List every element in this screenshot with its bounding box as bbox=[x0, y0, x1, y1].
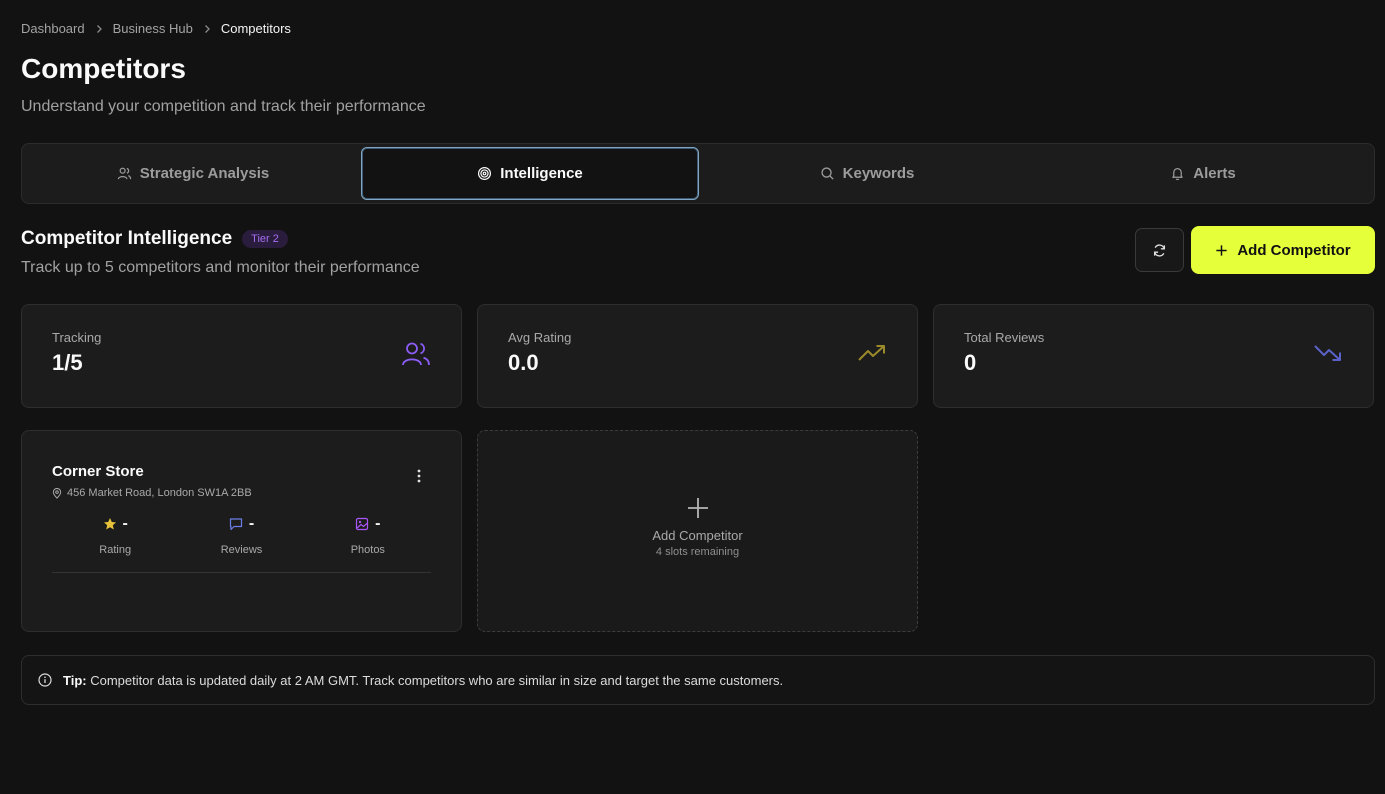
map-pin-icon bbox=[52, 487, 62, 499]
tab-bar: Strategic Analysis Intelligence Keywords… bbox=[21, 143, 1375, 204]
chevron-right-icon bbox=[202, 24, 212, 34]
section-subtitle: Track up to 5 competitors and monitor th… bbox=[21, 259, 420, 276]
tab-intelligence[interactable]: Intelligence bbox=[361, 147, 699, 200]
tab-label: Strategic Analysis bbox=[139, 165, 270, 182]
star-icon bbox=[103, 518, 116, 530]
section-title: Competitor Intelligence bbox=[21, 228, 233, 249]
section-header: Competitor Intelligence Tier 2 bbox=[21, 228, 288, 250]
stat-value: 0.0 bbox=[508, 350, 539, 375]
reviews-value: - bbox=[248, 515, 255, 532]
rating-label: Rating bbox=[99, 544, 132, 556]
rating-value: - bbox=[122, 515, 128, 532]
tip-body: Competitor data is updated daily at 2 AM… bbox=[86, 672, 784, 688]
add-competitor-button[interactable]: Add Competitor bbox=[1191, 226, 1375, 274]
stat-value: 1/5 bbox=[52, 350, 83, 375]
trending-down-icon bbox=[1314, 345, 1341, 361]
stat-label: Total Reviews bbox=[964, 330, 1045, 345]
tier-badge: Tier 2 bbox=[242, 230, 288, 248]
photos-value: - bbox=[375, 515, 381, 532]
tab-label: Alerts bbox=[1193, 165, 1236, 182]
page: Dashboard Business Hub Competitors Compe… bbox=[0, 0, 1385, 794]
competitor-metrics: - Rating - Reviews - Photos bbox=[52, 515, 431, 573]
search-icon bbox=[821, 167, 834, 180]
breadcrumb-competitors: Competitors bbox=[220, 21, 291, 36]
tab-label: Keywords bbox=[842, 165, 915, 182]
tip-banner: Tip: Competitor data is updated daily at… bbox=[21, 655, 1375, 705]
slots-remaining: 4 slots remaining bbox=[655, 546, 740, 558]
metric-reviews: - Reviews bbox=[178, 515, 304, 556]
stat-label: Tracking bbox=[52, 330, 102, 345]
photos-label: Photos bbox=[350, 544, 385, 556]
chevron-right-icon bbox=[94, 24, 104, 34]
breadcrumb-dashboard[interactable]: Dashboard bbox=[21, 21, 85, 36]
users-icon bbox=[117, 167, 131, 180]
stat-card-tracking: Tracking 1/5 bbox=[21, 304, 462, 408]
stat-card-total-reviews: Total Reviews 0 bbox=[933, 304, 1374, 408]
refresh-icon bbox=[1153, 243, 1166, 257]
breadcrumb: Dashboard Business Hub Competitors bbox=[21, 21, 291, 36]
plus-icon bbox=[687, 498, 708, 518]
metric-rating: - Rating bbox=[52, 515, 178, 556]
stat-card-avg-rating: Avg Rating 0.0 bbox=[477, 304, 918, 408]
target-icon bbox=[478, 166, 492, 181]
tab-label: Intelligence bbox=[500, 165, 583, 182]
competitor-name: Corner Store bbox=[52, 463, 144, 480]
more-options-icon[interactable] bbox=[417, 469, 421, 488]
image-icon bbox=[356, 517, 369, 531]
page-subtitle: Understand your competition and track th… bbox=[21, 98, 426, 115]
tip-text: Tip: Competitor data is updated daily at… bbox=[63, 673, 783, 688]
stat-label: Avg Rating bbox=[508, 330, 572, 345]
add-competitor-slot[interactable]: Add Competitor 4 slots remaining bbox=[477, 430, 918, 632]
stat-value: 0 bbox=[964, 350, 977, 375]
address-text: 456 Market Road, London SW1A 2BB bbox=[67, 487, 252, 499]
reviews-label: Reviews bbox=[220, 544, 263, 556]
message-icon bbox=[229, 518, 242, 531]
refresh-button[interactable] bbox=[1135, 228, 1184, 272]
bell-icon bbox=[1172, 168, 1184, 181]
breadcrumb-business-hub[interactable]: Business Hub bbox=[113, 21, 193, 36]
add-competitor-label: Add Competitor bbox=[1237, 241, 1351, 259]
metric-photos: - Photos bbox=[305, 515, 431, 556]
competitor-address: 456 Market Road, London SW1A 2BB bbox=[52, 487, 431, 499]
users-icon bbox=[402, 342, 430, 366]
tab-strategic-analysis[interactable]: Strategic Analysis bbox=[25, 147, 361, 200]
plus-icon bbox=[1216, 244, 1227, 256]
tab-alerts[interactable]: Alerts bbox=[1035, 147, 1371, 200]
tip-prefix: Tip: bbox=[63, 672, 87, 688]
info-icon bbox=[38, 673, 52, 687]
competitor-card[interactable]: Corner Store 456 Market Road, London SW1… bbox=[21, 430, 462, 632]
trending-up-icon bbox=[858, 345, 885, 361]
add-slot-title: Add Competitor bbox=[652, 528, 743, 543]
page-title: Competitors bbox=[21, 53, 186, 84]
tab-keywords[interactable]: Keywords bbox=[699, 147, 1035, 200]
